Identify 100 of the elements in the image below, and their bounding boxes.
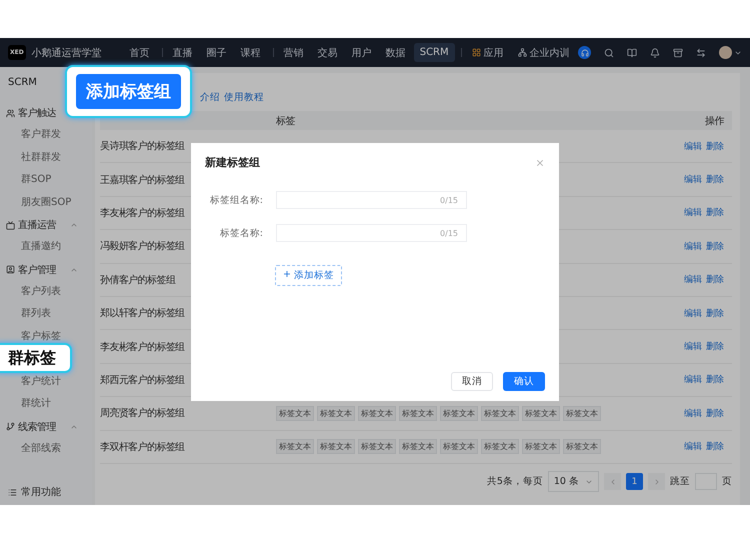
- action-link[interactable]: 编辑: [684, 173, 702, 186]
- action-link[interactable]: 编辑: [684, 373, 702, 386]
- confirm-button[interactable]: 确认: [503, 372, 545, 391]
- search-icon[interactable]: [604, 48, 614, 58]
- action-link[interactable]: 编辑: [684, 240, 702, 253]
- sidebar-group[interactable]: 客户管理: [0, 258, 92, 280]
- table-cell-text: 李友彬客户的标签组: [100, 206, 186, 220]
- table-cell-text: 郑西元客户的标签组: [100, 374, 186, 387]
- action-link[interactable]: 删除: [706, 273, 724, 286]
- bell-icon[interactable]: [650, 48, 660, 58]
- table-cell-text: 吴诗琪客户的标签组: [100, 140, 186, 154]
- nav-tab[interactable]: 数据: [380, 42, 412, 64]
- action-link[interactable]: 删除: [706, 173, 724, 186]
- jump-label: 跳至: [670, 475, 690, 488]
- branch-icon: [6, 422, 15, 431]
- tag: 标签文本: [522, 439, 560, 454]
- action-link[interactable]: 编辑: [684, 206, 702, 220]
- sidebar-item[interactable]: 群列表: [0, 303, 92, 326]
- action-link[interactable]: 编辑: [684, 340, 702, 354]
- field-label: 标签名称:: [218, 226, 263, 240]
- action-link[interactable]: 编辑: [684, 273, 702, 286]
- tag: 标签文本: [276, 439, 314, 454]
- nav-tab[interactable]: 企业内训: [512, 42, 576, 64]
- page-suffix: 页: [722, 475, 732, 488]
- add-tag-button[interactable]: + 添加标签: [275, 265, 342, 286]
- field-label: 标签组名称:: [208, 194, 263, 206]
- people-icon: [6, 108, 15, 118]
- action-link[interactable]: 编辑: [684, 140, 702, 153]
- sidebar-group[interactable]: 直播运营: [0, 214, 92, 236]
- cancel-button[interactable]: 取消: [451, 372, 493, 391]
- sidebar-item[interactable]: 群统计: [0, 393, 92, 416]
- sidebar-item[interactable]: 朋友圈SOP: [0, 192, 92, 214]
- box-icon[interactable]: [673, 48, 683, 58]
- nav-tab[interactable]: 圈子: [200, 42, 233, 64]
- user-card-icon: [6, 265, 15, 274]
- sidebar-item[interactable]: 直播邀约: [0, 236, 92, 258]
- action-link[interactable]: 删除: [706, 306, 724, 320]
- grid-icon: [472, 48, 481, 57]
- input-field[interactable]: 0/15: [276, 224, 467, 242]
- nav-tab[interactable]: 用户: [346, 42, 378, 64]
- input-field[interactable]: 0/15: [276, 191, 467, 209]
- sidebar-item[interactable]: 客户群发: [0, 124, 92, 146]
- tag: 标签文本: [358, 439, 396, 454]
- nav-tab[interactable]: 交易: [312, 42, 344, 64]
- page-button[interactable]: 1: [626, 473, 643, 490]
- sidebar-item[interactable]: 客户列表: [0, 280, 92, 303]
- tag: 标签文本: [399, 439, 437, 454]
- nav-tab[interactable]: 营销: [278, 42, 310, 64]
- sidebar-group[interactable]: 线索管理: [0, 416, 92, 438]
- nav-tab[interactable]: SCRM: [414, 43, 455, 62]
- nav-tab[interactable]: 课程: [234, 42, 267, 64]
- dialog-title: 新建标签组: [205, 155, 260, 170]
- add-group-button[interactable]: 添加标签组: [76, 74, 181, 109]
- page-size-select[interactable]: 10 条: [548, 471, 599, 492]
- action-link[interactable]: 删除: [706, 340, 724, 354]
- action-link[interactable]: 删除: [706, 140, 724, 153]
- nav-tab[interactable]: 应用: [466, 42, 510, 64]
- headset-icon[interactable]: [578, 46, 591, 59]
- table-cell-text: 孙倩客户的标签组: [100, 274, 177, 287]
- nav-tab[interactable]: 首页: [124, 42, 156, 64]
- action-link[interactable]: 删除: [706, 440, 724, 454]
- highlighted-sidebar-item[interactable]: 群标签: [0, 343, 72, 373]
- tag: 标签文本: [522, 406, 560, 421]
- action-link[interactable]: 编辑: [684, 306, 702, 320]
- tag: 标签文本: [563, 439, 601, 454]
- sidebar-item[interactable]: 社群群发: [0, 146, 92, 169]
- column-header: 操作: [704, 114, 724, 128]
- swap-icon[interactable]: [696, 48, 706, 58]
- action-link[interactable]: 删除: [706, 373, 724, 386]
- action-link[interactable]: 删除: [706, 406, 724, 420]
- table-cell-text: 李友彬客户的标签组: [100, 340, 186, 354]
- network-icon: [518, 48, 527, 57]
- tag: 标签文本: [440, 439, 478, 454]
- tag: 标签文本: [440, 406, 478, 421]
- tag: 标签文本: [563, 406, 601, 421]
- tag: 标签文本: [399, 406, 437, 421]
- table-cell-text: 周亮贤客户的标签组: [100, 406, 186, 420]
- sidebar-item[interactable]: 全部线索: [0, 438, 92, 460]
- help-link[interactable]: 介绍: [200, 90, 220, 104]
- tv-icon: [6, 220, 15, 230]
- nav-tab[interactable]: 直播: [166, 42, 199, 64]
- total-text: 共5条，每页: [486, 475, 543, 488]
- action-link[interactable]: 删除: [706, 240, 724, 253]
- table-cell-text: 郑以轩客户的标签组: [100, 306, 186, 320]
- help-link[interactable]: 使用教程: [224, 90, 264, 104]
- tag: 标签文本: [317, 439, 355, 454]
- action-link[interactable]: 编辑: [684, 440, 702, 454]
- table-cell-text: 冯毅妍客户的标签组: [100, 240, 186, 254]
- column-header: 标签: [276, 114, 296, 128]
- table-cell-text: 王嘉琪客户的标签组: [100, 174, 186, 187]
- action-link[interactable]: 编辑: [684, 406, 702, 420]
- tag: 标签文本: [317, 406, 355, 421]
- book-icon[interactable]: [627, 48, 637, 58]
- avatar[interactable]: [719, 46, 732, 59]
- sidebar-item[interactable]: 群SOP: [0, 169, 92, 192]
- brand-name: 小鹅通运营学堂: [32, 46, 102, 60]
- action-link[interactable]: 删除: [706, 206, 724, 220]
- sidebar-title: SCRM: [7, 77, 38, 88]
- tag: 标签文本: [481, 406, 519, 421]
- list-icon: [8, 488, 17, 496]
